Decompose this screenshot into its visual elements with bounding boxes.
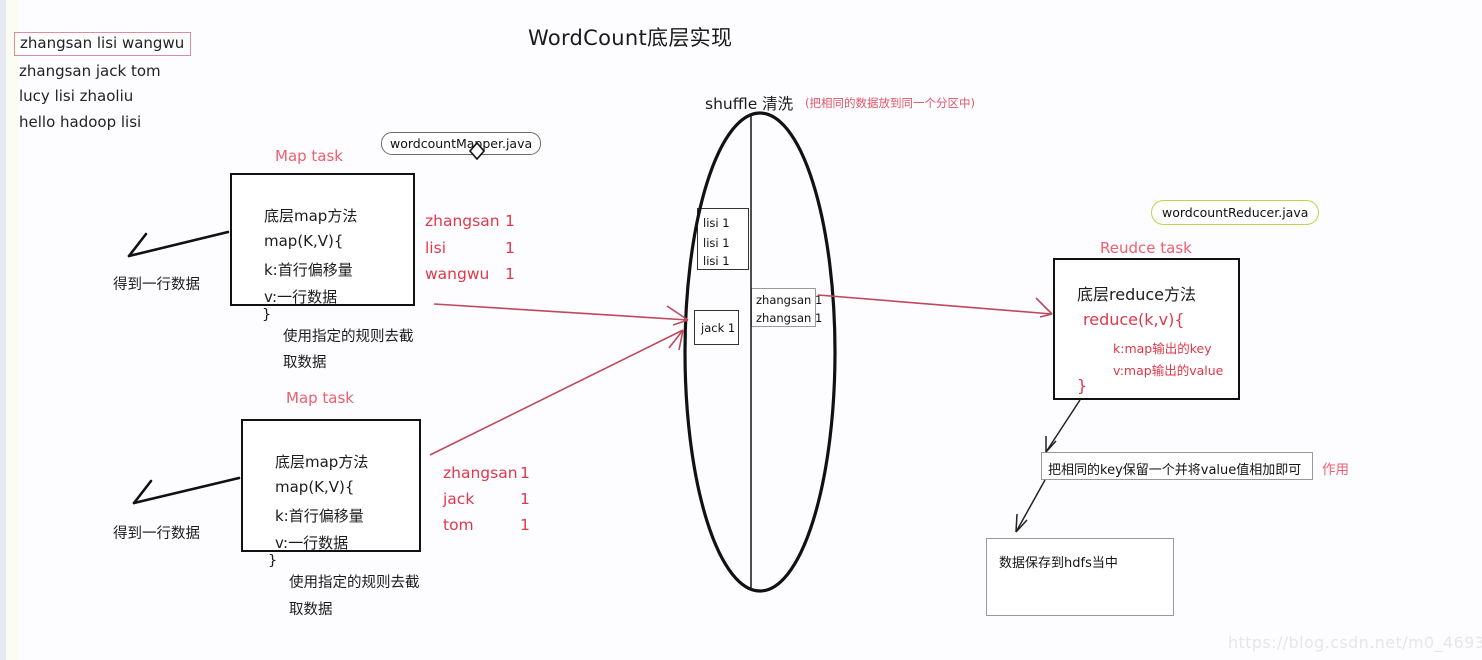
map2-output-value-3: 1 bbox=[520, 516, 530, 534]
map1-line-3: k:首行偏移量 bbox=[264, 261, 353, 279]
effect-box: 把相同的key保留一个并将value值相加即可 bbox=[1041, 452, 1313, 480]
reduce-closing-brace: } bbox=[1077, 376, 1088, 395]
hdfs-box-text: 数据保存到hdfs当中 bbox=[999, 556, 1118, 571]
left-arrow-1 bbox=[127, 230, 230, 258]
diagram-canvas: WordCount底层实现 zhangsan lisi wangwu zhang… bbox=[0, 0, 1482, 660]
shuffle-lisi-row-3: lisi 1 bbox=[703, 254, 730, 268]
map1-output-key-1: zhangsan bbox=[425, 212, 500, 230]
shuffle-note: (把相同的数据放到同一个分区中) bbox=[805, 96, 975, 110]
reduce-line-red: reduce(k,v){ bbox=[1083, 310, 1185, 329]
left-edge-strip-2 bbox=[6, 0, 18, 660]
map1-line-4: v:一行数据 bbox=[264, 288, 338, 306]
reduce-to-effect-arrow bbox=[1045, 399, 1081, 453]
effect-side-label: 作用 bbox=[1322, 462, 1349, 478]
map2-output-key-2: jack bbox=[443, 490, 475, 508]
shuffle-lisi-group-box: lisi 1 lisi 1 lisi 1 bbox=[697, 208, 749, 270]
wordcount-mapper-pill[interactable]: wordcountMapper.java bbox=[381, 132, 542, 155]
map2-output-key-3: tom bbox=[443, 516, 474, 534]
input-line-1: zhangsan lisi wangwu bbox=[14, 32, 192, 56]
page-title: WordCount底层实现 bbox=[528, 26, 733, 50]
map-task-2-label: Map task bbox=[286, 389, 354, 407]
map1-line-1: 底层map方法 bbox=[264, 207, 358, 225]
left-note-2: 得到一行数据 bbox=[113, 526, 200, 542]
input-line-3: lucy lisi zhaoliu bbox=[19, 87, 134, 105]
shuffle-zhangsan-row-1: zhangsan 1 bbox=[756, 293, 823, 307]
effect-box-text: 把相同的key保留一个并将value值相加即可 bbox=[1048, 463, 1302, 478]
effect-to-hdfs-arrow bbox=[1015, 479, 1046, 533]
map-task-2-box: 底层map方法 map(K,V){ k:首行偏移量 v:一行数据 bbox=[241, 419, 421, 552]
left-arrow-2 bbox=[132, 476, 241, 505]
wordcount-reducer-pill[interactable]: wordcountReducer.java bbox=[1151, 200, 1320, 225]
map2-output-key-1: zhangsan bbox=[443, 464, 518, 482]
reduce-line-black: 底层reduce方法 bbox=[1077, 285, 1197, 304]
reduce-line-sub-1: k:map输出的key bbox=[1113, 341, 1212, 356]
map2-closing-brace: } bbox=[268, 553, 278, 569]
map1-output-key-3: wangwu bbox=[425, 265, 490, 283]
input-line-4: hello hadoop lisi bbox=[19, 113, 142, 131]
shuffle-label: shuffle 清洗 bbox=[705, 95, 794, 113]
map2-output-value-1: 1 bbox=[520, 464, 530, 482]
map1-output-key-2: lisi bbox=[425, 239, 446, 257]
map1-output-value-3: 1 bbox=[505, 265, 515, 283]
input-line-2: zhangsan jack tom bbox=[19, 62, 161, 80]
reduce-line-sub-2: v:map输出的value bbox=[1113, 363, 1224, 378]
shuffle-lisi-row-1: lisi 1 bbox=[703, 216, 730, 230]
shuffle-jack-row: jack 1 bbox=[701, 321, 736, 335]
map-task-1-box: 底层map方法 map(K,V){ k:首行偏移量 v:一行数据 bbox=[230, 173, 415, 306]
map2-note-line-2: 取数据 bbox=[289, 602, 333, 618]
map1-note-line-1: 使用指定的规则去截 bbox=[283, 329, 414, 345]
shuffle-lisi-row-2: lisi 1 bbox=[703, 236, 730, 250]
shuffle-zhangsan-row-2: zhangsan 1 bbox=[756, 311, 823, 325]
shuffle-ellipse bbox=[683, 111, 837, 593]
map2-line-4: v:一行数据 bbox=[275, 534, 349, 552]
reduce-task-box: 底层reduce方法 reduce(k,v){ k:map输出的key v:ma… bbox=[1053, 258, 1240, 400]
map1-output-value-1: 1 bbox=[505, 212, 515, 230]
hdfs-box: 数据保存到hdfs当中 bbox=[986, 538, 1174, 616]
left-note-1: 得到一行数据 bbox=[113, 277, 200, 293]
map2-line-3: k:首行偏移量 bbox=[275, 507, 364, 525]
map1-line-2: map(K,V){ bbox=[264, 232, 344, 250]
shuffle-jack-box: jack 1 bbox=[694, 310, 739, 345]
shuffle-to-reduce-arrow bbox=[817, 294, 1053, 318]
watermark: https://blog.csdn.net/m0_46937429 bbox=[1228, 633, 1482, 652]
map2-output-value-2: 1 bbox=[520, 490, 530, 508]
map1-output-value-2: 1 bbox=[505, 239, 515, 257]
reduce-task-label: Reudce task bbox=[1100, 239, 1192, 257]
map1-to-shuffle-arrow bbox=[433, 303, 689, 326]
map2-note-line-1: 使用指定的规则去截 bbox=[289, 575, 420, 591]
map2-line-1: 底层map方法 bbox=[275, 453, 369, 471]
map2-line-2: map(K,V){ bbox=[275, 478, 355, 496]
map1-closing-brace: } bbox=[262, 307, 272, 323]
map1-note-line-2: 取数据 bbox=[283, 355, 327, 371]
shuffle-zhangsan-box: zhangsan 1 zhangsan 1 bbox=[751, 288, 822, 327]
map-task-1-label: Map task bbox=[275, 147, 343, 165]
map2-to-shuffle-arrow bbox=[429, 329, 684, 456]
